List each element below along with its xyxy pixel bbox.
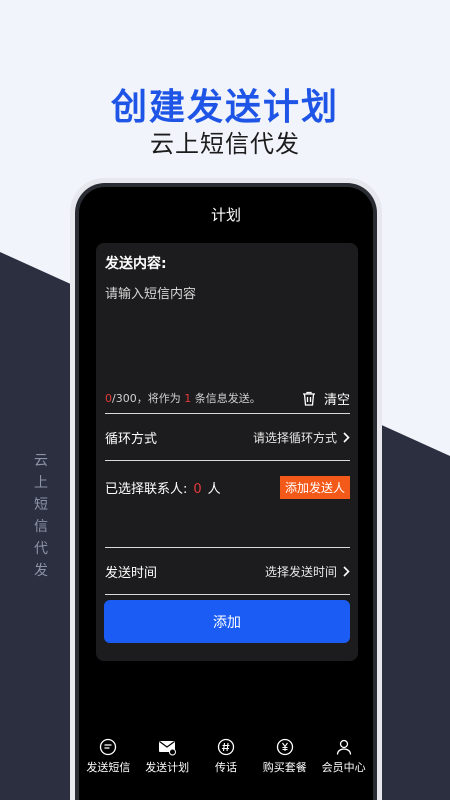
tab-member-center[interactable]: 会员中心 xyxy=(315,738,373,800)
page-title: 计划 xyxy=(210,205,241,224)
app-screen: 计划 发送内容: 0/300，将作为 1 条信息发送。 清空 xyxy=(79,187,373,800)
add-plan-button[interactable]: 添加 xyxy=(104,600,350,643)
plan-form-card: 发送内容: 0/300，将作为 1 条信息发送。 清空 xyxy=(96,243,358,661)
phone-frame: 计划 发送内容: 0/300，将作为 1 条信息发送。 清空 xyxy=(70,178,382,800)
bottom-tab-bar: 发送短信 发送计划 传话 购买套餐 会员中心 xyxy=(79,730,373,800)
send-time-value: 选择发送时间 xyxy=(264,564,337,579)
phone-bezel: 计划 发送内容: 0/300，将作为 1 条信息发送。 清空 xyxy=(75,183,377,800)
currency-icon xyxy=(276,738,293,756)
divider xyxy=(105,594,350,595)
mail-icon xyxy=(159,741,177,756)
side-vertical-text: 云 上 短 信 代 发 xyxy=(34,453,48,579)
clear-button[interactable]: 清空 xyxy=(302,389,350,408)
content-label: 发送内容: xyxy=(105,256,167,272)
add-sender-button[interactable]: 添加发送人 xyxy=(279,475,350,499)
user-icon xyxy=(336,739,351,755)
char-count: 0 xyxy=(105,392,112,405)
contacts-row: 已选择联系人: 0 人 添加发送人 xyxy=(105,461,350,513)
cycle-label: 循环方式 xyxy=(105,431,158,447)
chevron-right-icon xyxy=(343,431,350,443)
contacts-count: 0 xyxy=(193,481,202,497)
cycle-value: 请选择循环方式 xyxy=(252,430,337,445)
contacts-unit: 人 xyxy=(207,481,221,497)
char-count-text: 0/300，将作为 1 条信息发送。 xyxy=(105,390,261,406)
tab-send-sms[interactable]: 发送短信 xyxy=(79,738,137,800)
tab-send-plan[interactable]: 发送计划 xyxy=(138,738,196,800)
char-limit-text: /300，将作为 xyxy=(112,392,181,405)
message-count: 1 xyxy=(184,392,192,405)
message-suffix: 条信息发送。 xyxy=(194,392,261,405)
tab-relay[interactable]: 传话 xyxy=(197,738,255,800)
message-icon xyxy=(100,738,117,756)
contacts-label: 已选择联系人: xyxy=(105,481,188,497)
poster-headline: 创建发送计划 xyxy=(110,87,339,128)
poster-subheadline: 云上短信代发 xyxy=(150,130,300,158)
tab-buy-package[interactable]: 购买套餐 xyxy=(256,738,314,800)
contacts-list-area xyxy=(105,513,350,547)
trash-icon xyxy=(302,391,315,406)
char-count-row: 0/300，将作为 1 条信息发送。 清空 xyxy=(105,383,350,413)
send-time-selector[interactable]: 发送时间 选择发送时间 xyxy=(105,548,350,594)
cycle-selector[interactable]: 循环方式 请选择循环方式 xyxy=(105,414,350,460)
send-time-label: 发送时间 xyxy=(105,565,158,581)
clear-label: 清空 xyxy=(323,392,350,408)
hashtag-icon xyxy=(217,738,235,756)
chevron-right-icon xyxy=(343,565,350,577)
sms-content-input[interactable] xyxy=(105,283,350,379)
